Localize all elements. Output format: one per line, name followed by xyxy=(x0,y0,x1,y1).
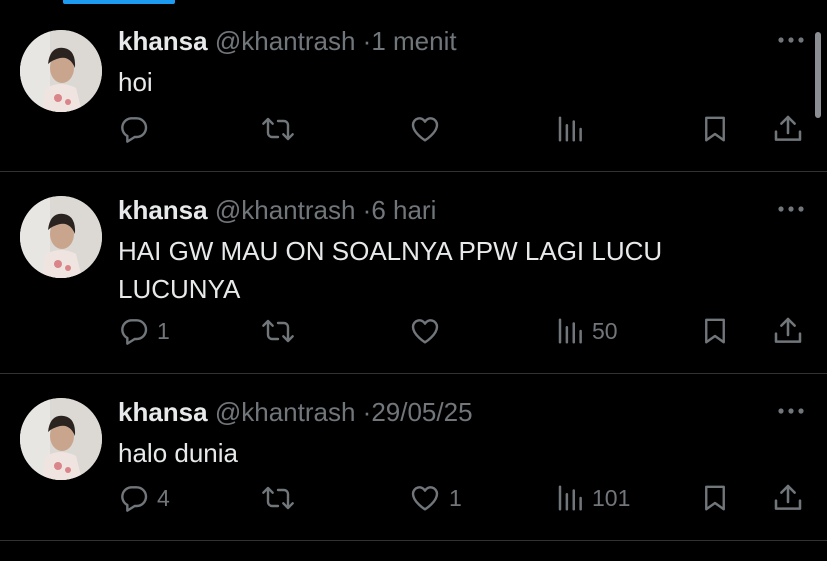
share-button[interactable] xyxy=(772,478,804,518)
share-icon xyxy=(772,482,804,514)
share-icon xyxy=(772,315,804,347)
retweet-icon xyxy=(260,315,296,347)
views-button[interactable] xyxy=(555,109,592,149)
timestamp[interactable]: 1 menit xyxy=(371,26,456,56)
tweet[interactable]: khansa @khantrash ·1 menit hoi xyxy=(0,3,827,172)
views-icon xyxy=(555,315,585,347)
reply-button[interactable]: 4 xyxy=(118,478,170,518)
like-button[interactable] xyxy=(408,109,449,149)
avatar[interactable] xyxy=(20,196,102,278)
heart-icon xyxy=(408,113,442,145)
views-icon xyxy=(555,482,585,514)
display-name[interactable]: khansa xyxy=(118,397,208,427)
more-icon[interactable] xyxy=(777,200,805,218)
views-button[interactable]: 101 xyxy=(555,478,630,518)
reply-count: 4 xyxy=(157,484,170,511)
reply-button[interactable] xyxy=(118,109,157,149)
more-icon[interactable] xyxy=(777,402,805,420)
retweet-icon xyxy=(260,482,296,514)
bookmark-icon xyxy=(700,482,730,514)
display-name[interactable]: khansa xyxy=(118,26,208,56)
action-bar: 1 50 xyxy=(0,311,827,351)
reply-icon xyxy=(118,315,150,347)
display-name[interactable]: khansa xyxy=(118,195,208,225)
username[interactable]: @khantrash xyxy=(215,397,356,427)
retweet-button[interactable] xyxy=(260,478,296,518)
username[interactable]: @khantrash xyxy=(215,26,356,56)
bookmark-button[interactable] xyxy=(700,478,730,518)
retweet-button[interactable] xyxy=(260,311,296,351)
like-button[interactable] xyxy=(408,311,449,351)
more-icon[interactable] xyxy=(777,31,805,49)
reply-icon xyxy=(118,113,150,145)
share-button[interactable] xyxy=(772,109,804,149)
tweet-text: hoi xyxy=(118,67,153,97)
action-bar: 4 1 101 xyxy=(0,478,827,518)
view-count: 101 xyxy=(592,484,631,511)
tweet[interactable]: khansa @khantrash ·6 hari HAI GW MAU ON … xyxy=(0,172,827,374)
like-button[interactable]: 1 xyxy=(408,478,462,518)
view-count: 50 xyxy=(592,317,618,344)
views-button[interactable]: 50 xyxy=(555,311,618,351)
tweet-header: khansa @khantrash ·1 menit xyxy=(118,25,457,57)
avatar[interactable] xyxy=(20,398,102,480)
like-count: 1 xyxy=(449,484,462,511)
retweet-button[interactable] xyxy=(260,109,296,149)
heart-icon xyxy=(408,482,442,514)
reply-button[interactable]: 1 xyxy=(118,311,170,351)
username[interactable]: @khantrash xyxy=(215,195,356,225)
tweet[interactable]: khansa @khantrash ·29/05/25 halo dunia 4… xyxy=(0,374,827,541)
tweet-header: khansa @khantrash ·6 hari xyxy=(118,194,436,226)
views-icon xyxy=(555,113,585,145)
share-icon xyxy=(772,113,804,145)
share-button[interactable] xyxy=(772,311,804,351)
bookmark-icon xyxy=(700,315,730,347)
reply-icon xyxy=(118,482,150,514)
retweet-icon xyxy=(260,113,296,145)
bookmark-icon xyxy=(700,113,730,145)
timestamp[interactable]: 29/05/25 xyxy=(371,397,472,427)
action-bar xyxy=(0,109,827,149)
tweet-text: HAI GW MAU ON SOALNYA PPW LAGI LUCU LUCU… xyxy=(118,236,663,304)
tweet-text: halo dunia xyxy=(118,438,238,468)
heart-icon xyxy=(408,315,442,347)
bookmark-button[interactable] xyxy=(700,109,730,149)
timestamp[interactable]: 6 hari xyxy=(371,195,436,225)
tweet-header: khansa @khantrash ·29/05/25 xyxy=(118,396,473,428)
reply-count: 1 xyxy=(157,317,170,344)
avatar[interactable] xyxy=(20,30,102,112)
bookmark-button[interactable] xyxy=(700,311,730,351)
